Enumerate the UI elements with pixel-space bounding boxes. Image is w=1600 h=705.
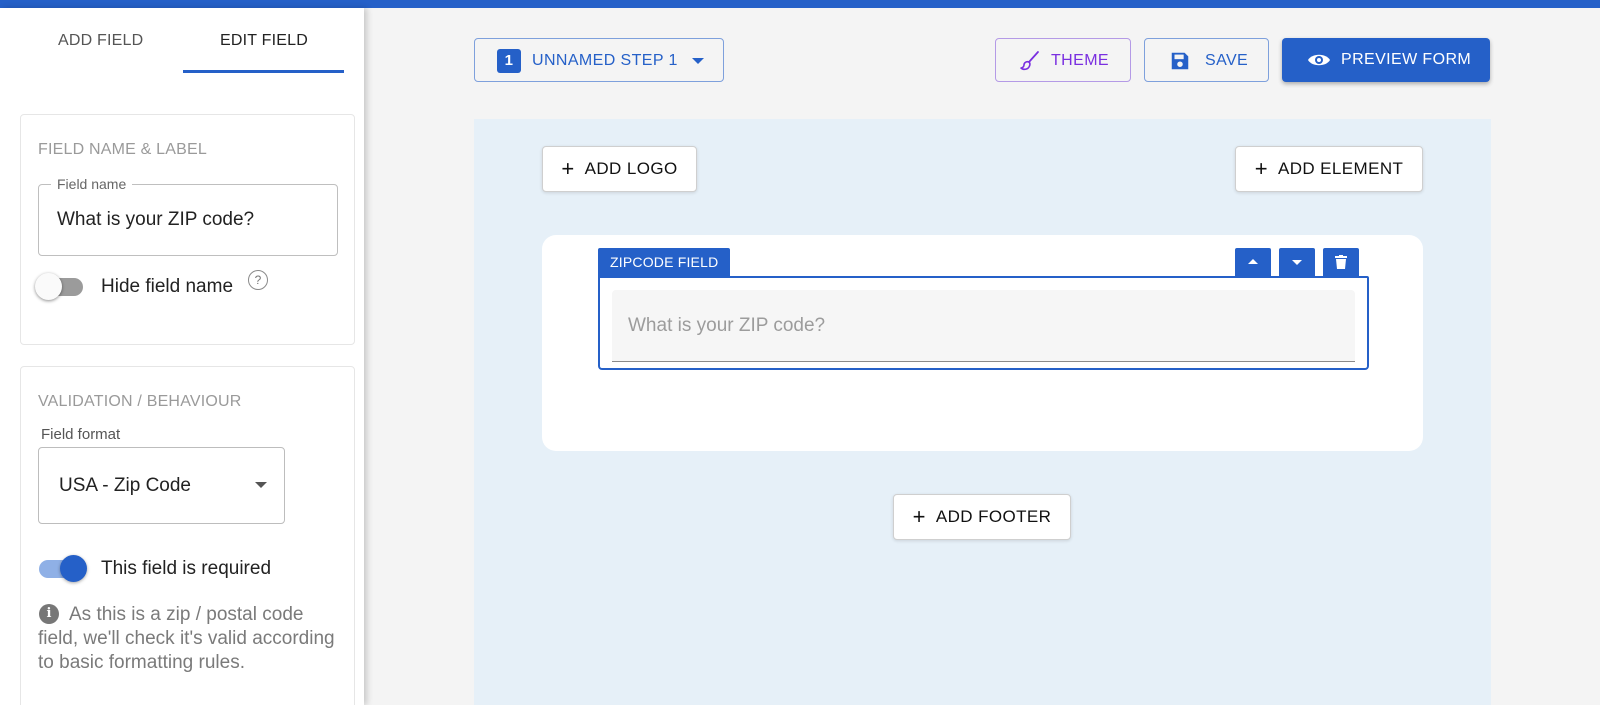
- delete-field-button[interactable]: [1323, 248, 1359, 276]
- step-selector[interactable]: 1 UNNAMED STEP 1: [474, 38, 724, 82]
- preview-form-button[interactable]: PREVIEW FORM: [1282, 38, 1490, 82]
- tab-add-field[interactable]: ADD FIELD: [58, 32, 143, 50]
- active-tab-indicator: [183, 70, 344, 73]
- field-name-legend: Field name: [51, 176, 133, 192]
- field-name-section: FIELD NAME & LABEL Field name What is yo…: [20, 114, 355, 345]
- add-footer-label: ADD FOOTER: [935, 507, 1052, 526]
- save-button[interactable]: SAVE: [1144, 38, 1269, 82]
- preview-form-label: PREVIEW FORM: [1341, 51, 1472, 68]
- tab-edit-field[interactable]: EDIT FIELD: [220, 32, 308, 50]
- eye-icon: [1308, 54, 1330, 66]
- validation-section: VALIDATION / BEHAVIOUR Field format USA …: [20, 366, 355, 705]
- hide-field-name-toggle[interactable]: [35, 272, 87, 300]
- caret-up-icon: [1248, 259, 1258, 264]
- add-logo-label: ADD LOGO: [584, 159, 678, 178]
- field-format-value: USA - Zip Code: [59, 475, 191, 496]
- caret-down-icon: [1292, 260, 1302, 265]
- field-format-select[interactable]: USA - Zip Code: [38, 447, 285, 524]
- toggle-thumb: [60, 555, 87, 582]
- trash-icon: [1335, 255, 1347, 269]
- section-title-validation: VALIDATION / BEHAVIOUR: [38, 393, 242, 410]
- zipcode-input[interactable]: What is your ZIP code?: [612, 290, 1355, 362]
- step-label: UNNAMED STEP 1: [532, 52, 678, 69]
- caret-down-icon: [255, 482, 267, 488]
- section-title-field-name: FIELD NAME & LABEL: [38, 141, 207, 158]
- form-canvas: + ADD LOGO + ADD ELEMENT ZIPCODE FIELD W…: [474, 119, 1491, 705]
- form-card: ZIPCODE FIELD What is your ZIP code?: [542, 235, 1423, 451]
- sidebar-tabs: ADD FIELD EDIT FIELD: [0, 8, 364, 74]
- floppy-disk-icon: [1171, 52, 1189, 70]
- field-format-label: Field format: [41, 426, 121, 443]
- add-footer-button[interactable]: + ADD FOOTER: [893, 494, 1071, 540]
- field-type-tag[interactable]: ZIPCODE FIELD: [598, 248, 731, 276]
- top-accent-bar: [0, 0, 1600, 8]
- field-name-input[interactable]: Field name What is your ZIP code?: [38, 176, 338, 256]
- add-element-button[interactable]: + ADD ELEMENT: [1235, 146, 1423, 192]
- brush-icon: [1020, 51, 1039, 71]
- plus-icon: +: [912, 504, 926, 529]
- sidebar: ADD FIELD EDIT FIELD FIELD NAME & LABEL …: [0, 8, 364, 705]
- step-number-badge: 1: [497, 49, 521, 73]
- move-up-button[interactable]: [1235, 248, 1271, 276]
- required-toggle[interactable]: [35, 554, 87, 582]
- caret-down-icon: [692, 58, 704, 64]
- selected-field-frame[interactable]: What is your ZIP code?: [598, 276, 1369, 370]
- validation-info-text: As this is a zip / postal code field, we…: [38, 604, 335, 673]
- plus-icon: +: [1254, 156, 1268, 181]
- theme-label: THEME: [1051, 52, 1109, 69]
- add-logo-button[interactable]: + ADD LOGO: [542, 146, 697, 192]
- save-label: SAVE: [1205, 52, 1249, 69]
- field-name-value: What is your ZIP code?: [57, 209, 255, 230]
- zipcode-placeholder: What is your ZIP code?: [628, 315, 826, 336]
- move-down-button[interactable]: [1279, 248, 1315, 276]
- hide-field-name-label: Hide field name: [101, 276, 234, 297]
- plus-icon: +: [561, 156, 575, 181]
- toggle-thumb: [35, 273, 62, 300]
- question-icon[interactable]: ?: [248, 270, 268, 290]
- add-element-label: ADD ELEMENT: [1277, 159, 1404, 178]
- theme-button[interactable]: THEME: [995, 38, 1131, 82]
- required-label: This field is required: [101, 558, 272, 579]
